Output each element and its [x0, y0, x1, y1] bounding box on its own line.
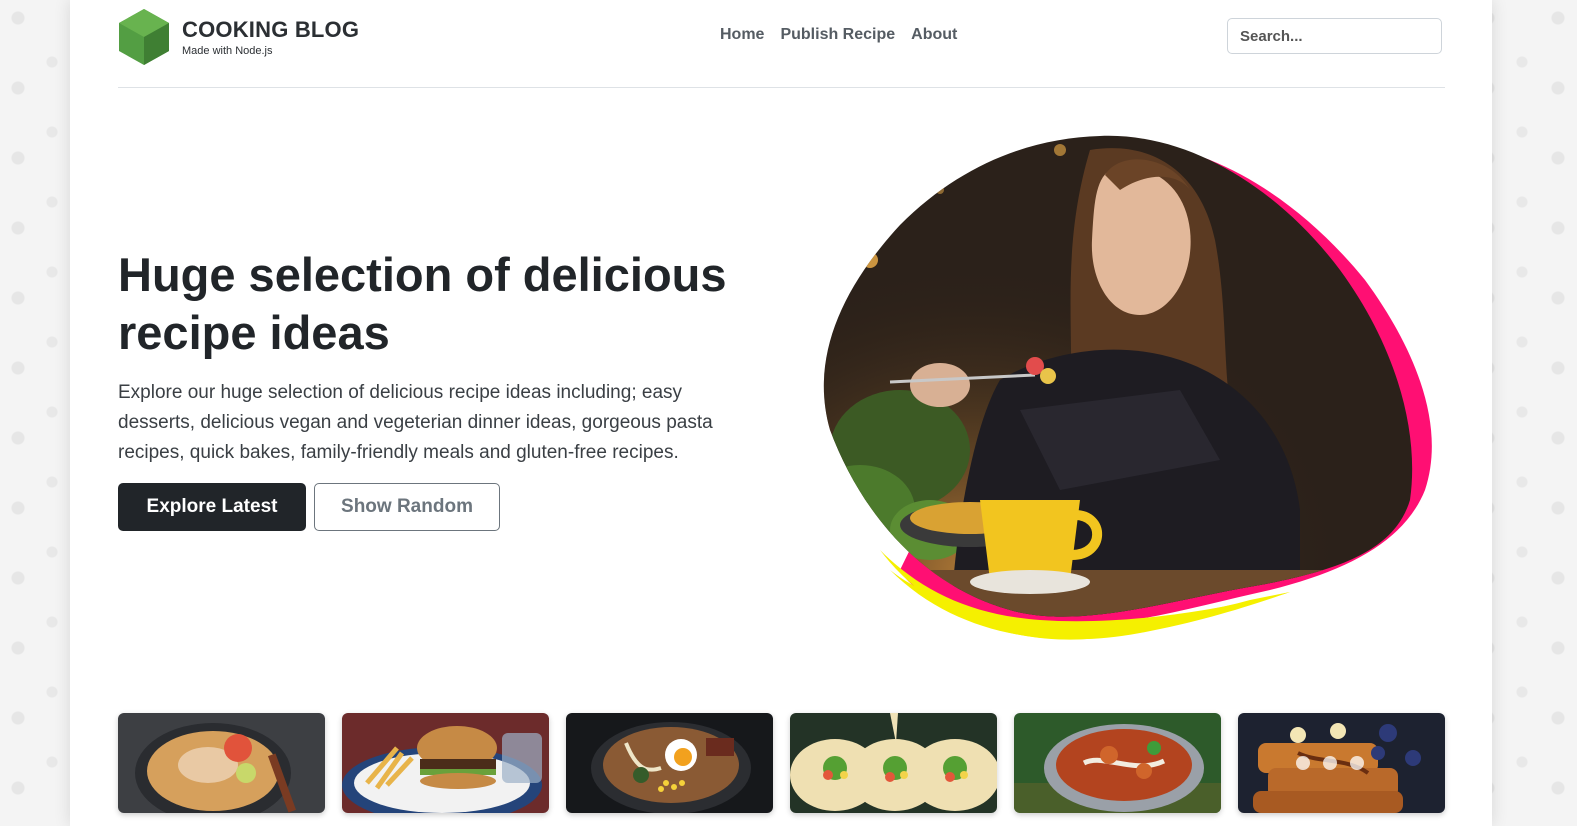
main-nav: Home Publish Recipe About: [720, 26, 957, 44]
recipe-thumbnail[interactable]: [790, 713, 997, 813]
recipe-thumbnail[interactable]: [118, 713, 325, 813]
search-input[interactable]: [1227, 18, 1442, 54]
recipe-thumbnail[interactable]: [566, 713, 773, 813]
hero-title: Huge selection of delicious recipe ideas: [118, 248, 727, 359]
show-random-button[interactable]: Show Random: [314, 483, 500, 531]
brand-subtitle: Made with Node.js: [182, 44, 273, 57]
tacos-photo-icon: [790, 713, 997, 813]
hero-description: Explore our huge selection of delicious …: [118, 382, 713, 463]
page-container: COOKING BLOG Made with Node.js Home Publ…: [70, 0, 1492, 826]
site-header: COOKING BLOG Made with Node.js Home Publ…: [118, 0, 1445, 88]
brand-logo[interactable]: COOKING BLOG Made with Node.js: [118, 8, 359, 66]
nav-about-link[interactable]: About: [911, 26, 957, 44]
noodle-soup-photo-icon: [118, 713, 325, 813]
nodejs-hexagon-icon: [119, 9, 169, 65]
carousel-dot[interactable]: [1296, 756, 1310, 770]
burger-fries-photo-icon: [342, 713, 549, 813]
recipe-thumbnail[interactable]: [1014, 713, 1221, 813]
carousel-indicators: [1296, 756, 1364, 770]
recipe-thumbnail[interactable]: [342, 713, 549, 813]
hero-image-blob: [823, 135, 1432, 640]
explore-latest-button[interactable]: Explore Latest: [118, 483, 306, 531]
nav-home-link[interactable]: Home: [720, 26, 764, 44]
carousel-dot[interactable]: [1323, 756, 1337, 770]
ramen-egg-photo-icon: [566, 713, 773, 813]
curry-bowl-photo-icon: [1014, 713, 1221, 813]
recipe-carousel: [118, 713, 1445, 813]
brand-title: COOKING BLOG: [182, 16, 360, 42]
recipe-thumbnail[interactable]: [1238, 713, 1445, 813]
nav-publish-recipe-link[interactable]: Publish Recipe: [780, 26, 895, 44]
carousel-dot[interactable]: [1350, 756, 1364, 770]
